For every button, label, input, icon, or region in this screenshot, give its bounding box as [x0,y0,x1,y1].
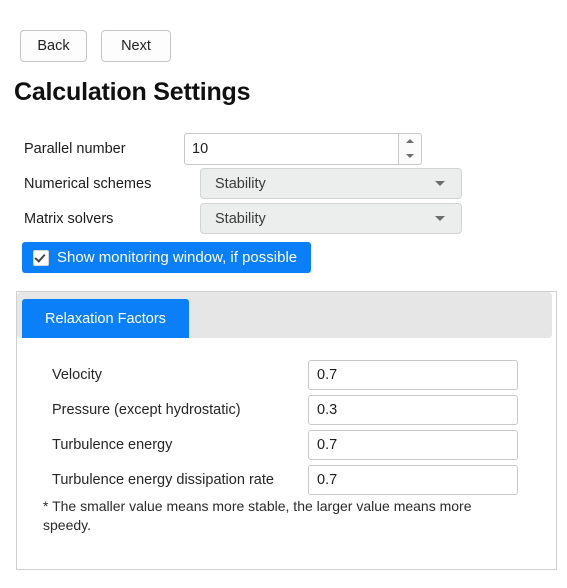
form-row-matrix-solvers: Matrix solvers Stability [24,201,544,236]
chevron-down-icon [435,216,445,221]
relax-row-pressure: Pressure (except hydrostatic) [52,392,542,427]
triangle-up-icon [406,139,414,143]
numerical-schemes-dropdown[interactable]: Stability [200,168,462,199]
spinner-up-button[interactable] [399,134,421,149]
tab-strip: Relaxation Factors [17,292,552,338]
relax-row-turbulence-dissipation: Turbulence energy dissipation rate [52,462,542,497]
parallel-number-spin-buttons[interactable] [398,132,422,165]
form-row-parallel-number: Parallel number [24,131,544,166]
turbulence-dissipation-input[interactable] [308,464,518,495]
relaxation-factor-rows: Velocity Pressure (except hydrostatic) T… [52,357,542,497]
relax-row-turbulence-energy: Turbulence energy [52,427,542,462]
spinner-down-button[interactable] [399,149,421,164]
relax-row-velocity: Velocity [52,357,542,392]
numerical-schemes-value: Stability [215,175,266,192]
chevron-down-icon [435,181,445,186]
velocity-input[interactable] [308,359,518,390]
back-button[interactable]: Back [20,30,87,62]
pressure-label: Pressure (except hydrostatic) [52,401,241,418]
tab-relaxation-factors-label: Relaxation Factors [45,310,166,327]
pressure-input[interactable] [308,394,518,425]
velocity-label: Velocity [52,366,102,383]
turbulence-energy-input[interactable] [308,429,518,460]
relaxation-footnote: * The smaller value means more stable, t… [43,498,472,533]
form-row-numerical-schemes: Numerical schemes Stability [24,166,544,201]
settings-form: Parallel number Numerical schemes Stabil… [24,131,544,236]
matrix-solvers-dropdown[interactable]: Stability [200,203,462,234]
page-title: Calculation Settings [14,78,251,106]
parallel-number-label: Parallel number [24,140,126,157]
turbulence-energy-label: Turbulence energy [52,436,173,453]
show-monitoring-window-label: Show monitoring window, if possible [57,249,298,266]
numerical-schemes-label: Numerical schemes [24,175,152,192]
matrix-solvers-label: Matrix solvers [24,210,114,227]
parallel-number-stepper[interactable] [184,132,422,165]
parallel-number-input[interactable] [184,132,398,165]
matrix-solvers-value: Stability [215,210,266,227]
relaxation-factors-panel: Relaxation Factors Velocity Pressure (ex… [16,291,557,570]
triangle-down-icon [406,154,414,158]
tab-relaxation-factors[interactable]: Relaxation Factors [22,299,189,338]
turbulence-dissipation-label: Turbulence energy dissipation rate [52,471,274,488]
show-monitoring-window-toggle[interactable]: Show monitoring window, if possible [22,242,312,273]
checkmark-icon[interactable] [33,249,49,266]
next-button[interactable]: Next [101,30,171,62]
nav-button-bar: Back Next [20,30,171,62]
